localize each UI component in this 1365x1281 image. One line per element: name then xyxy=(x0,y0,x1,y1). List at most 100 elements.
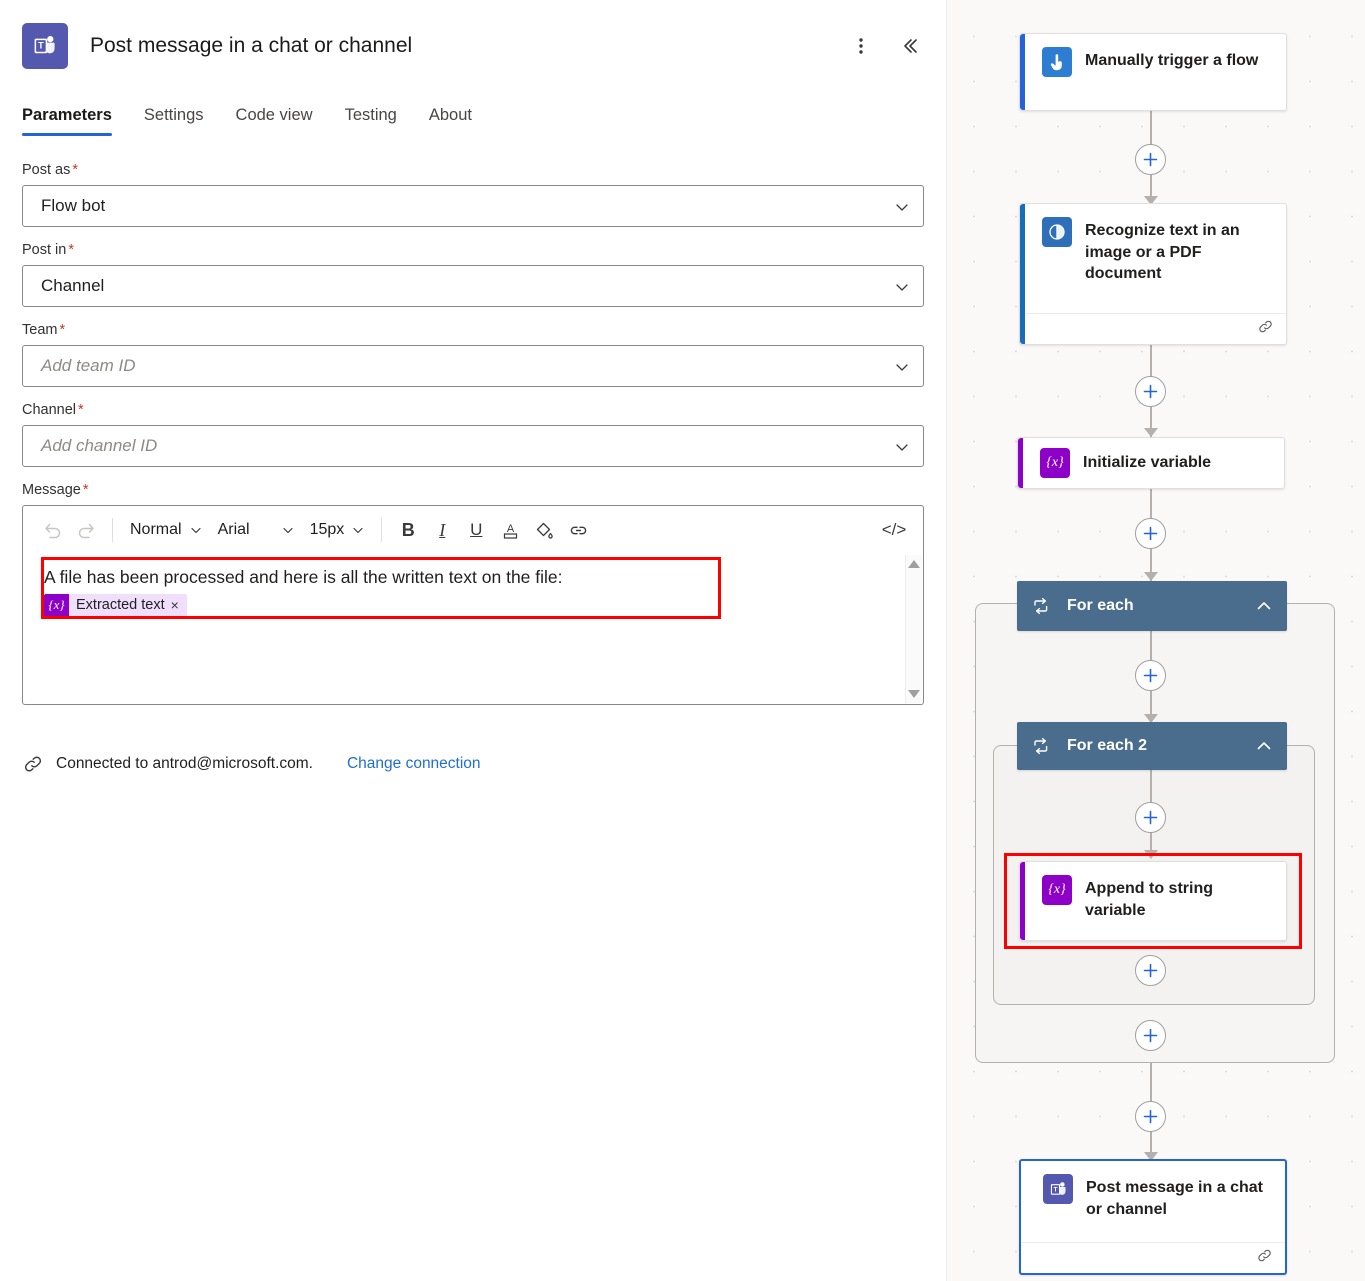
required-asterisk: * xyxy=(78,402,84,418)
connection-row: Connected to antrod@microsoft.com. Chang… xyxy=(0,753,946,775)
scroll-down-icon[interactable] xyxy=(908,690,920,698)
flow-node-post-message[interactable]: T Post message in a chat or channel xyxy=(1019,1159,1287,1275)
tab-settings[interactable]: Settings xyxy=(144,100,204,136)
chevron-up-icon[interactable] xyxy=(1255,737,1273,755)
post-as-value: Flow bot xyxy=(41,196,105,216)
add-step-button[interactable] xyxy=(1135,144,1166,175)
plus-icon xyxy=(1142,1027,1159,1044)
field-channel: Channel* Add channel ID xyxy=(22,402,924,467)
flow-diagram: Manually trigger a flow Recognize text i… xyxy=(947,0,1365,1281)
undo-icon[interactable] xyxy=(35,513,69,547)
font-size-dropdown[interactable]: 15px xyxy=(302,514,373,546)
add-step-button[interactable] xyxy=(1135,1101,1166,1132)
node-main: {x} Initialize variable xyxy=(1018,438,1284,488)
bold-button[interactable]: B xyxy=(391,513,425,547)
scroll-up-icon[interactable] xyxy=(908,560,920,568)
message-input[interactable]: A file has been processed and here is al… xyxy=(23,554,923,704)
field-label: Channel* xyxy=(22,402,924,418)
field-label: Message* xyxy=(22,482,924,498)
loop-icon xyxy=(1031,736,1051,756)
change-connection-link[interactable]: Change connection xyxy=(347,755,481,773)
plus-icon xyxy=(1142,383,1159,400)
link-chain-icon xyxy=(1256,1247,1273,1269)
message-body-text: A file has been processed and here is al… xyxy=(35,566,893,590)
node-footer xyxy=(1021,1242,1285,1273)
add-step-button[interactable] xyxy=(1135,802,1166,833)
code-view-button[interactable]: </> xyxy=(877,513,911,547)
add-step-button[interactable] xyxy=(1135,376,1166,407)
post-in-value: Channel xyxy=(41,276,104,296)
required-asterisk: * xyxy=(72,162,78,178)
font-color-icon[interactable]: A xyxy=(493,513,527,547)
scope-header-for-each-2[interactable]: For each 2 xyxy=(1017,722,1287,770)
tab-bar: Parameters Settings Code view Testing Ab… xyxy=(0,100,946,136)
chevron-down-icon xyxy=(895,359,909,373)
connector-arrow xyxy=(1144,850,1158,859)
flow-node-recognize-text[interactable]: Recognize text in an image or a PDF docu… xyxy=(1019,203,1287,345)
plus-icon xyxy=(1142,809,1159,826)
highlight-icon[interactable] xyxy=(527,513,561,547)
plus-icon xyxy=(1142,525,1159,542)
underline-button[interactable]: U xyxy=(459,513,493,547)
team-dropdown[interactable]: Add team ID xyxy=(22,345,924,387)
more-vertical-icon[interactable] xyxy=(844,29,878,63)
node-main: {x} Append to string variable xyxy=(1020,862,1286,940)
font-family-dropdown[interactable]: Arial xyxy=(210,514,302,546)
page-title: Post message in a chat or channel xyxy=(90,34,844,58)
close-icon[interactable]: × xyxy=(170,597,187,613)
chevron-down-icon xyxy=(190,524,202,536)
label-text: Post as xyxy=(22,162,70,178)
message-scrollbar[interactable] xyxy=(905,555,922,703)
flow-node-initialize-variable[interactable]: {x} Initialize variable xyxy=(1017,437,1285,489)
plus-icon xyxy=(1142,151,1159,168)
svg-text:A: A xyxy=(507,523,515,535)
tab-code-view[interactable]: Code view xyxy=(236,100,313,136)
flow-node-manually-trigger-a-flow[interactable]: Manually trigger a flow xyxy=(1019,33,1287,111)
node-title: Initialize variable xyxy=(1083,452,1211,474)
connector-arrow xyxy=(1144,572,1158,581)
node-main: Recognize text in an image or a PDF docu… xyxy=(1020,204,1286,313)
channel-dropdown[interactable]: Add channel ID xyxy=(22,425,924,467)
teams-icon: T xyxy=(1043,1174,1073,1204)
tab-testing[interactable]: Testing xyxy=(345,100,397,136)
dynamic-content-token[interactable]: {x} Extracted text × xyxy=(44,594,187,617)
chevron-down-icon xyxy=(895,199,909,213)
plus-icon xyxy=(1142,962,1159,979)
tab-about[interactable]: About xyxy=(429,100,472,136)
add-step-button[interactable] xyxy=(1135,660,1166,691)
italic-button[interactable]: I xyxy=(425,513,459,547)
variable-icon: {x} xyxy=(1040,448,1070,478)
post-in-dropdown[interactable]: Channel xyxy=(22,265,924,307)
node-accent-bar xyxy=(1020,862,1025,940)
variable-icon: {x} xyxy=(44,594,69,617)
field-label: Post in* xyxy=(22,242,924,258)
scope-title: For each 2 xyxy=(1067,737,1255,755)
chevron-double-left-icon[interactable] xyxy=(892,29,926,63)
token-row: {x} Extracted text × xyxy=(35,594,893,617)
post-as-dropdown[interactable]: Flow bot xyxy=(22,185,924,227)
flow-node-append-to-string-variable[interactable]: {x} Append to string variable xyxy=(1019,861,1287,941)
panel-header: T Post message in a chat or channel xyxy=(0,0,946,70)
redo-icon[interactable] xyxy=(69,513,103,547)
label-text: Channel xyxy=(22,402,76,418)
paragraph-style-dropdown[interactable]: Normal xyxy=(122,514,210,546)
field-label: Team* xyxy=(22,322,924,338)
plus-icon xyxy=(1142,1108,1159,1125)
label-text: Team xyxy=(22,322,57,338)
scope-header-for-each[interactable]: For each xyxy=(1017,581,1287,631)
link-icon[interactable] xyxy=(561,513,595,547)
chevron-up-icon[interactable] xyxy=(1255,597,1273,615)
add-step-button[interactable] xyxy=(1135,518,1166,549)
chevron-down-icon xyxy=(895,279,909,293)
link-chain-icon xyxy=(22,753,44,775)
tab-parameters[interactable]: Parameters xyxy=(22,100,112,136)
paragraph-style-value: Normal xyxy=(130,521,182,539)
add-step-button[interactable] xyxy=(1135,1020,1166,1051)
editor-toolbar: Normal Arial 15px B I U xyxy=(23,506,923,554)
add-step-button[interactable] xyxy=(1135,955,1166,986)
chevron-down-icon xyxy=(895,439,909,453)
variable-glyph: {x} xyxy=(1048,882,1065,898)
flow-canvas[interactable]: Manually trigger a flow Recognize text i… xyxy=(946,0,1365,1281)
scope-title: For each xyxy=(1067,597,1255,615)
node-accent-bar xyxy=(1018,438,1023,488)
